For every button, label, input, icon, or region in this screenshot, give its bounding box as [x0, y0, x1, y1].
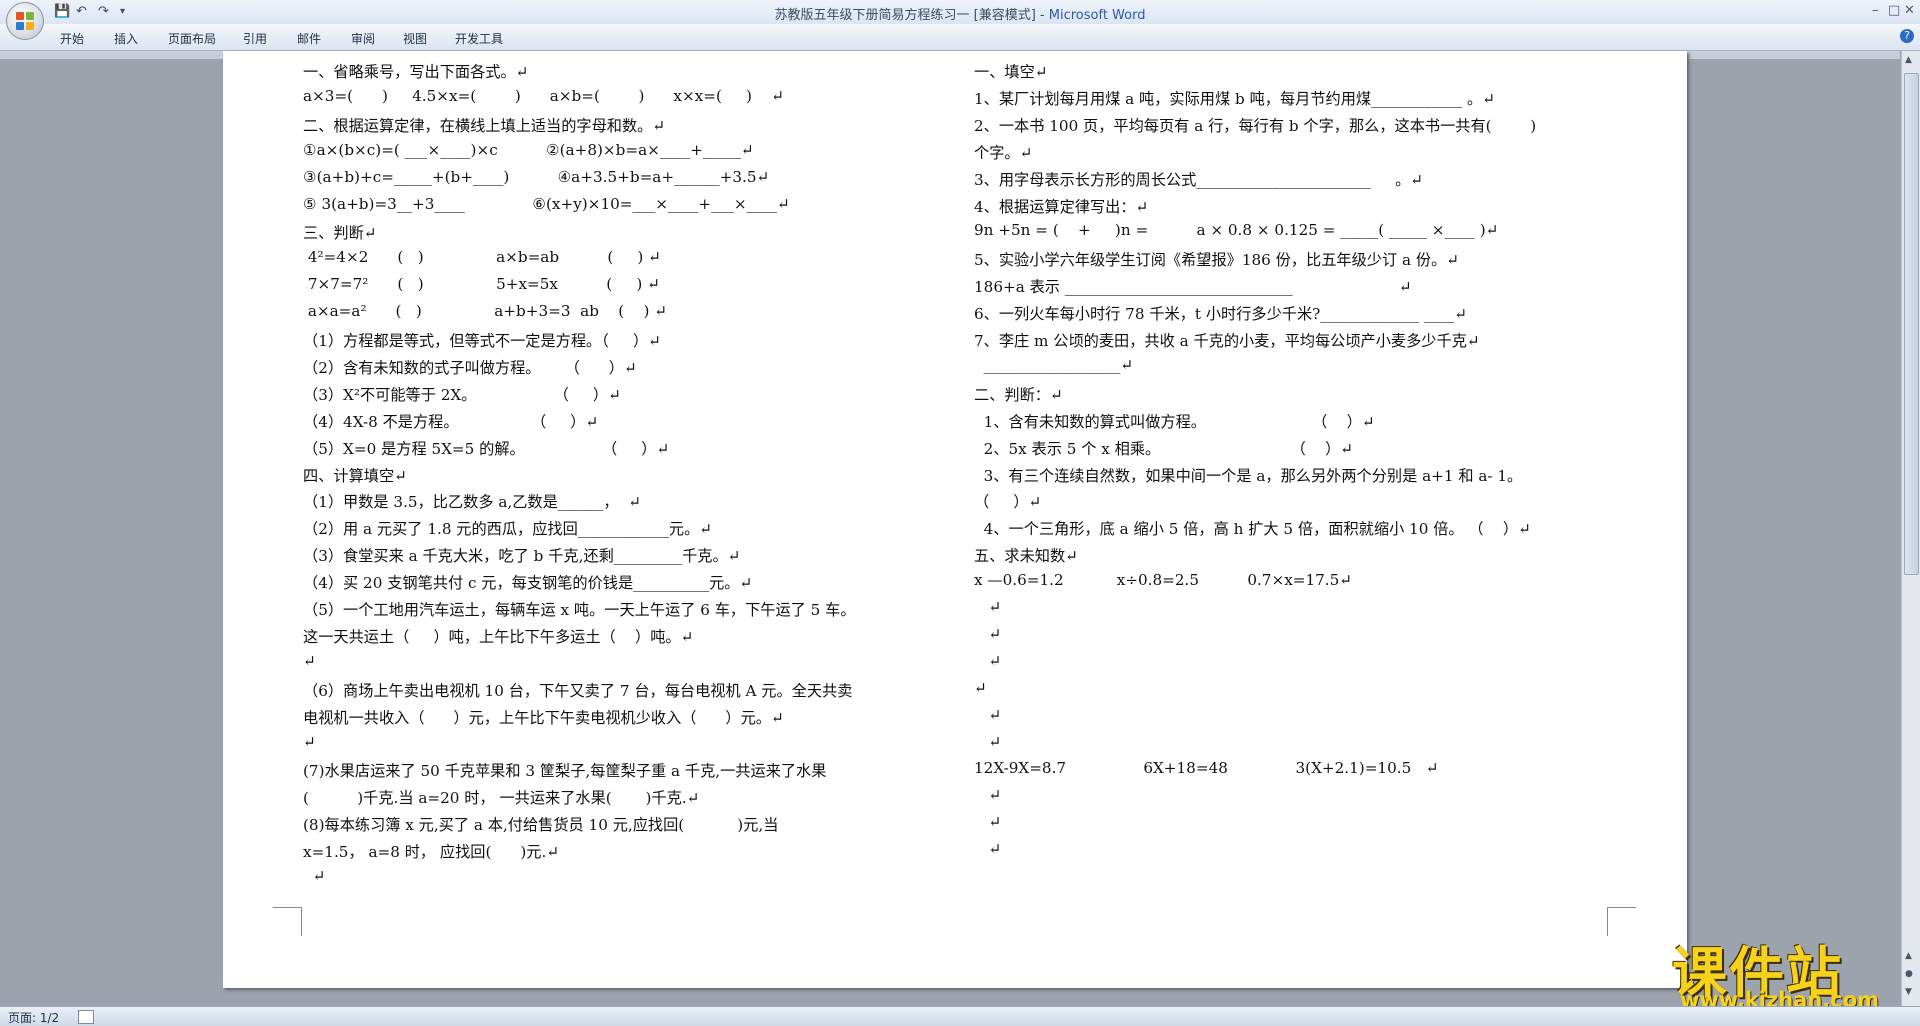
document-line[interactable]: 9n +5n = ( + )n = a × 0.8 × 0.125 = ____… [974, 221, 1498, 239]
document-line[interactable]: ↵ [974, 840, 1001, 858]
document-line[interactable]: ↵ [974, 625, 1001, 643]
document-line[interactable]: ③(a+b)+c=_____+(b+____) ④a+3.5+b=a+_____… [303, 168, 769, 186]
document-line[interactable]: （ ）↵ [974, 490, 1041, 512]
ribbon-tabs: 开始 插入 页面布局 引用 邮件 审阅 视图 开发工具 ? [0, 24, 1920, 51]
browse-object-icon[interactable]: ● [1905, 969, 1913, 979]
document-line[interactable]: 3、有三个连续自然数，如果中间一个是 a，那么另外两个分别是 a+1 和 a- … [974, 464, 1523, 486]
document-line[interactable]: ①a×(b×c)=( ___×____)×c ②(a+8)×b=a×____+_… [303, 141, 754, 159]
document-line[interactable]: 4²=4×2 ( ) a×b=ab ( ) ↵ [303, 248, 661, 266]
document-line[interactable]: 五、求未知数↵ [974, 544, 1078, 566]
document-line[interactable]: （4）买 20 支钢笔共付 c 元，每支钢笔的价钱是__________元。↵ [303, 571, 752, 593]
document-line[interactable]: 二、判断：↵ [974, 383, 1063, 405]
minimize-button[interactable]: – [1872, 3, 1879, 18]
title-bar: 💾 ↶ ↷ ▾ 苏教版五年级下册简易方程练习一 [兼容模式] - Microso… [0, 0, 1920, 24]
close-button[interactable]: ✕ [1904, 3, 1915, 18]
document-line[interactable]: x —0.6=1.2 x÷0.8=2.5 0.7×x=17.5↵ [974, 571, 1352, 589]
previous-page-icon[interactable]: ▲ [1905, 951, 1912, 961]
document-line[interactable]: ↵ [303, 652, 316, 670]
document-line[interactable]: 一、填空↵ [974, 60, 1047, 82]
document-line[interactable]: （6）商场上午卖出电视机 10 台，下午又卖了 7 台，每台电视机 A 元。全天… [303, 679, 852, 701]
document-line[interactable]: ↵ [303, 733, 316, 751]
document-line[interactable]: 2、一本书 100 页，平均每页有 a 行，每行有 b 个字，那么，这本书一共有… [974, 114, 1536, 136]
document-line[interactable]: （2）含有未知数的式子叫做方程。 （ ）↵ [303, 356, 637, 378]
document-line[interactable]: 186+a 表示 ______________________________ … [974, 275, 1412, 297]
help-icon[interactable]: ? [1900, 29, 1914, 43]
document-line[interactable]: 7×7=7² ( ) 5+x=5x ( ) ↵ [303, 275, 660, 293]
next-page-icon[interactable]: ▼ [1905, 987, 1912, 997]
crop-mark [1607, 907, 1636, 936]
restore-button[interactable]: □ [1888, 3, 1900, 18]
document-line[interactable]: 4、一个三角形，底 a 缩小 5 倍，高 h 扩大 5 倍，面积就缩小 10 倍… [974, 517, 1531, 539]
document-line[interactable]: 一、省略乘号，写出下面各式。↵ [303, 60, 528, 82]
document-line[interactable]: 12X-9X=8.7 6X+18=48 3(X+2.1)=10.5 ↵ [974, 759, 1438, 777]
document-line[interactable]: 7、李庄 m 公顷的麦田，共收 a 千克的小麦，平均每公顷产小麦多少千克↵ [974, 329, 1480, 351]
document-line[interactable]: （5）一个工地用汽车运土，每辆车运 x 吨。一天上午运了 6 车，下午运了 5 … [303, 598, 856, 620]
document-line[interactable]: (8)每本练习簿 x 元,买了 a 本,付给售货员 10 元,应找回( )元,当 [303, 813, 778, 835]
document-line[interactable]: ↵ [303, 867, 326, 885]
document-line[interactable]: ↵ [974, 706, 1001, 724]
proofing-icon[interactable] [78, 1010, 94, 1024]
document-line[interactable]: 三、判断↵ [303, 221, 376, 243]
window-title: 苏教版五年级下册简易方程练习一 [兼容模式] - Microsoft Word [774, 8, 1146, 23]
document-line[interactable]: 1、含有未知数的算式叫做方程。 （ ）↵ [974, 410, 1375, 432]
document-line[interactable]: (7)水果店运来了 50 千克苹果和 3 筐梨子,每筐梨子重 a 千克,一共运来… [303, 759, 826, 781]
tab-mailings[interactable]: 邮件 [297, 30, 321, 47]
document-line[interactable]: 二、根据运算定律，在横线上填上适当的字母和数。↵ [303, 114, 665, 136]
tab-references[interactable]: 引用 [243, 30, 267, 47]
document-line[interactable]: ↵ [974, 813, 1001, 831]
document-line[interactable]: 3、用字母表示长方形的周长公式_______________________ 。… [974, 168, 1423, 190]
document-line[interactable]: a×a=a² ( ) a+b+3=3 ab ( ) ↵ [303, 302, 667, 320]
document-line[interactable]: （5）X=0 是方程 5X=5 的解。 （ ）↵ [303, 437, 669, 459]
scroll-up-icon[interactable]: ▲ [1905, 55, 1912, 65]
document-line[interactable]: a×3=( ) 4.5×x=( ) a×b=( ) x×x=( ) ↵ [303, 87, 784, 105]
document-line[interactable]: 1、某厂计划每月用煤 a 吨，实际用煤 b 吨，每月节约用煤__________… [974, 87, 1495, 109]
document-line[interactable]: 四、计算填空↵ [303, 464, 407, 486]
status-bar: 页面: 1/2 [0, 1006, 1920, 1026]
tab-home[interactable]: 开始 [60, 30, 84, 47]
scrollbar-thumb[interactable] [1904, 73, 1919, 575]
document-line[interactable]: （3）食堂买来 a 千克大米，吃了 b 千克,还剩_________千克。↵ [303, 544, 740, 566]
document-line[interactable]: x=1.5， a=8 时， 应找回( )元.↵ [303, 840, 559, 862]
document-line[interactable]: ↵ [974, 598, 1001, 616]
document-line[interactable]: （2）用 a 元买了 1.8 元的西瓜，应找回____________元。↵ [303, 517, 712, 539]
document-line[interactable]: （1）甲数是 3.5，比乙数多 a,乙数是______， ↵ [303, 490, 641, 512]
tab-view[interactable]: 视图 [403, 30, 427, 47]
document-line[interactable]: （4）4X-8 不是方程。 （ ）↵ [303, 410, 598, 432]
document-line[interactable]: ↵ [974, 733, 1001, 751]
document-page[interactable]: 一、省略乘号，写出下面各式。↵ a×3=( ) 4.5×x=( ) a×b=( )… [223, 51, 1687, 988]
document-line[interactable]: ↵ [974, 652, 1001, 670]
document-line[interactable]: （1）方程都是等式，但等式不一定是方程。（ ）↵ [303, 329, 661, 351]
document-line[interactable]: __________________↵ [974, 356, 1133, 374]
document-line[interactable]: （3）X²不可能等于 2X。 （ ）↵ [303, 383, 621, 405]
document-line[interactable]: 6、一列火车每小时行 78 千米，t 小时行多少千米?_____________… [974, 302, 1467, 324]
tab-insert[interactable]: 插入 [114, 30, 138, 47]
office-button[interactable] [6, 2, 44, 40]
document-line[interactable]: ( )千克.当 a=20 时， 一共运来了水果( )千克.↵ [303, 786, 699, 808]
document-line[interactable]: 电视机一共收入（ ）元，上午比下午卖电视机少收入（ ）元。↵ [303, 706, 784, 728]
office-logo-icon [16, 12, 34, 30]
document-line[interactable]: ⑤ 3(a+b)=3__+3____ ⑥(x+y)×10=___×____+__… [303, 195, 790, 213]
tab-review[interactable]: 审阅 [351, 30, 375, 47]
page-count[interactable]: 页面: 1/2 [8, 1009, 59, 1026]
document-line[interactable]: 2、5x 表示 5 个 x 相乘。 （ ）↵ [974, 437, 1353, 459]
vertical-scrollbar[interactable]: ▲ ▲ ● ▼ [1901, 51, 1920, 1006]
document-line[interactable]: ↵ [974, 679, 987, 697]
tab-page-layout[interactable]: 页面布局 [168, 30, 216, 47]
document-line[interactable]: 4、根据运算定律写出：↵ [974, 195, 1148, 217]
crop-mark [273, 907, 302, 936]
document-line[interactable]: 5、实验小学六年级学生订阅《希望报》186 份，比五年级少订 a 份。↵ [974, 248, 1459, 270]
document-line[interactable]: 个字。↵ [974, 141, 1032, 163]
tab-developer[interactable]: 开发工具 [455, 30, 503, 47]
document-line[interactable]: 这一天共运土（ ）吨，上午比下午多运土（ ）吨。↵ [303, 625, 693, 647]
document-line[interactable]: ↵ [974, 786, 1001, 804]
